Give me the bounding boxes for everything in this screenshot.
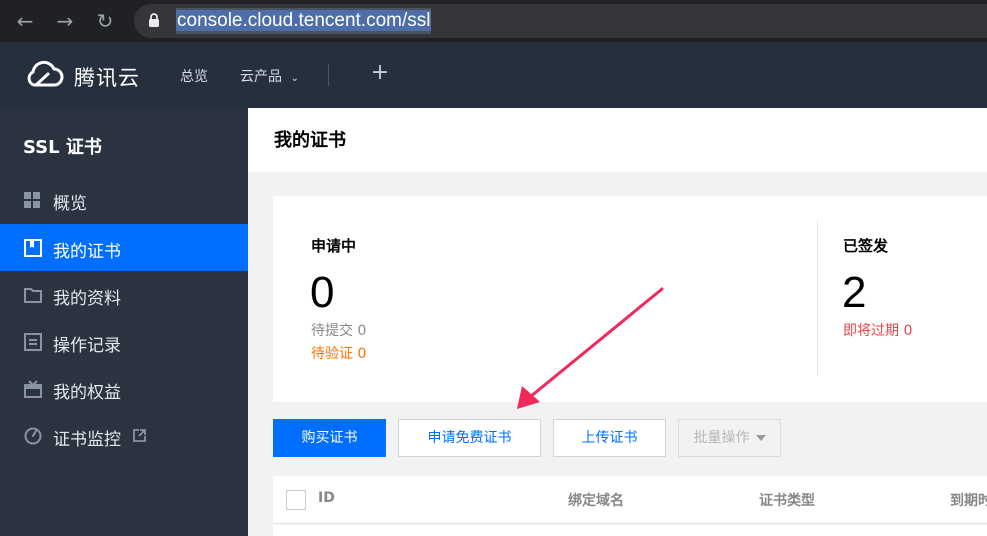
- table-row: [273, 525, 987, 536]
- batch-operation-button[interactable]: 批量操作: [678, 419, 781, 457]
- batch-operation-label: 批量操作: [693, 430, 750, 446]
- stat-expiring[interactable]: 即将过期 0: [843, 320, 912, 340]
- column-expiry[interactable]: 到期时: [950, 490, 987, 510]
- nav-products-label: 云产品: [240, 69, 282, 85]
- stat-applying-count[interactable]: 0: [310, 268, 334, 318]
- stat-pending-verify[interactable]: 待验证 0: [311, 343, 366, 363]
- sidebar-item-label: 我的权益: [53, 383, 121, 403]
- nav-products[interactable]: 云产品 ⌄: [240, 66, 299, 86]
- apply-free-certificate-button[interactable]: 申请免费证书: [398, 419, 541, 457]
- external-link-icon: [133, 429, 146, 442]
- sidebar-item-label: 操作记录: [53, 336, 121, 356]
- chevron-down-icon: ⌄: [290, 73, 299, 84]
- page-header: 我的证书: [248, 108, 987, 172]
- url-text[interactable]: console.cloud.tencent.com/ssl: [176, 8, 432, 34]
- sidebar-item-operation-records[interactable]: 操作记录: [0, 318, 248, 365]
- sidebar-item-label: 概览: [53, 194, 87, 214]
- certificate-table-header: ID 绑定域名 证书类型 到期时: [273, 476, 987, 524]
- reload-icon[interactable]: ↻: [92, 8, 118, 34]
- column-id[interactable]: ID: [318, 490, 335, 506]
- sidebar-item-cert-monitor[interactable]: 证书监控: [0, 412, 248, 459]
- back-arrow-icon[interactable]: ←: [12, 8, 38, 34]
- stat-applying-title: 申请中: [311, 237, 357, 255]
- column-bound-domain[interactable]: 绑定域名: [568, 490, 624, 510]
- folder-icon: [24, 288, 42, 303]
- stats-card: 申请中 0 待提交 0 待验证 0 已签发 2 即将过期 0: [273, 196, 987, 402]
- caret-down-icon: [755, 435, 766, 441]
- monitor-gauge-icon: [24, 427, 42, 445]
- sidebar-title: SSL 证书: [23, 137, 102, 158]
- gift-icon: [24, 380, 42, 398]
- sidebar-item-overview[interactable]: 概览: [0, 176, 248, 223]
- sidebar-item-my-certificates[interactable]: 我的证书: [0, 224, 248, 271]
- upload-certificate-button[interactable]: 上传证书: [553, 419, 666, 457]
- logo-text[interactable]: 腾讯云: [74, 62, 140, 92]
- nav-divider: [328, 64, 329, 86]
- browser-bar: ← → ↻ console.cloud.tencent.com/ssl: [0, 0, 987, 42]
- forward-arrow-icon[interactable]: →: [52, 8, 78, 34]
- page-title: 我的证书: [274, 130, 346, 151]
- grid-icon: [24, 192, 40, 208]
- select-all-checkbox[interactable]: [286, 490, 306, 510]
- stat-pending-submit[interactable]: 待提交 0: [311, 320, 366, 340]
- sidebar-item-label: 我的资料: [53, 289, 121, 309]
- sidebar-item-label: 证书监控: [53, 430, 121, 450]
- nav-overview[interactable]: 总览: [180, 66, 208, 86]
- sidebar-item-label: 我的证书: [53, 242, 121, 262]
- stat-divider: [817, 220, 818, 376]
- lock-icon: [149, 13, 159, 27]
- sidebar-item-my-profile[interactable]: 我的资料: [0, 271, 248, 318]
- sidebar-item-my-benefits[interactable]: 我的权益: [0, 365, 248, 412]
- sidebar: SSL 证书 概览 我的证书 我的资料 操作记录 我的权益 证书监控: [0, 108, 248, 536]
- record-list-icon: [24, 333, 42, 351]
- top-nav: 腾讯云 总览 云产品 ⌄ +: [0, 42, 987, 108]
- stat-issued-count[interactable]: 2: [842, 268, 866, 318]
- plus-icon[interactable]: +: [370, 62, 390, 84]
- certificate-icon: [24, 239, 42, 257]
- tencent-cloud-logo-icon[interactable]: [22, 59, 66, 91]
- stat-issued-title: 已签发: [843, 237, 889, 255]
- column-cert-type[interactable]: 证书类型: [759, 490, 815, 510]
- buy-certificate-button[interactable]: 购买证书: [273, 419, 386, 457]
